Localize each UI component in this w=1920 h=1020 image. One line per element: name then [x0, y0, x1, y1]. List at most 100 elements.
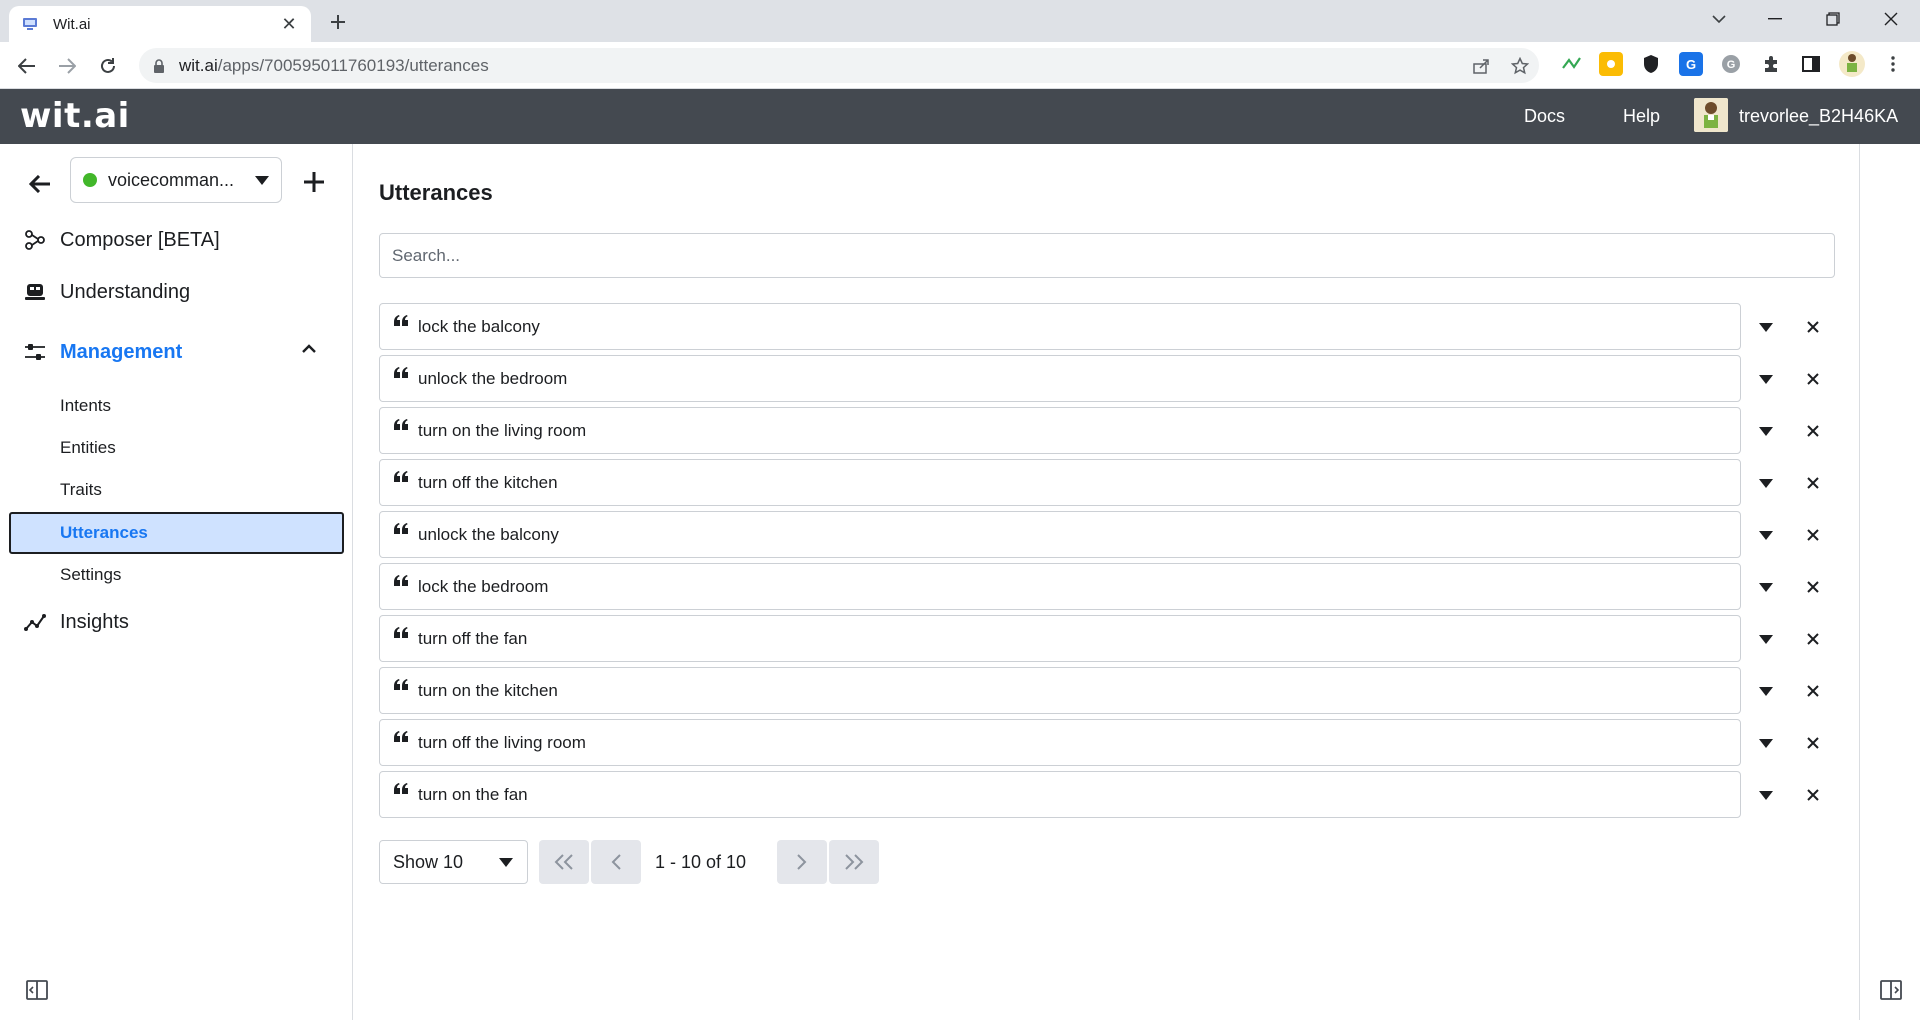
nav-insights[interactable]: Insights	[0, 602, 353, 642]
utterance-box[interactable]: turn on the living room	[379, 407, 1741, 454]
quote-icon	[394, 314, 408, 326]
collapse-sidebar-icon[interactable]	[25, 978, 49, 1002]
delete-utterance-icon[interactable]	[1801, 315, 1825, 339]
restore-icon[interactable]	[1808, 0, 1858, 38]
utterance-box[interactable]: turn on the fan	[379, 771, 1741, 818]
back-icon[interactable]	[12, 51, 42, 81]
utterance-box[interactable]: turn on the kitchen	[379, 667, 1741, 714]
expand-utterance-icon[interactable]	[1754, 627, 1778, 651]
utterance-text: turn on the kitchen	[418, 680, 558, 700]
sidebar-item-entities[interactable]: Entities	[0, 429, 353, 467]
page-title: Utterances	[379, 180, 493, 205]
expand-panel-icon[interactable]	[1879, 978, 1903, 1002]
app-status-dot	[83, 173, 97, 187]
minimize-icon[interactable]	[1750, 0, 1800, 38]
nav-insights-label: Insights	[60, 610, 129, 633]
utterance-box[interactable]: lock the bedroom	[379, 563, 1741, 610]
expand-utterance-icon[interactable]	[1754, 419, 1778, 443]
expand-utterance-icon[interactable]	[1754, 523, 1778, 547]
expand-utterance-icon[interactable]	[1754, 315, 1778, 339]
extension-grammar-icon[interactable]: G	[1719, 52, 1743, 76]
extension-yellow-icon[interactable]	[1599, 52, 1623, 76]
new-tab-icon[interactable]	[325, 9, 351, 35]
profile-avatar-icon[interactable]	[1839, 51, 1865, 77]
side-panel-icon[interactable]	[1799, 52, 1823, 76]
expand-utterance-icon[interactable]	[1754, 575, 1778, 599]
extension-shield-icon[interactable]	[1639, 52, 1663, 76]
browser-menu-icon[interactable]	[1881, 52, 1905, 76]
quote-icon	[394, 782, 408, 794]
expand-utterance-icon[interactable]	[1754, 679, 1778, 703]
utterance-text: unlock the balcony	[418, 524, 559, 544]
user-avatar[interactable]	[1694, 98, 1728, 132]
tab-search-icon[interactable]	[1694, 0, 1744, 38]
delete-utterance-icon[interactable]	[1801, 367, 1825, 391]
translate-icon[interactable]: G	[1679, 52, 1703, 76]
utterance-box[interactable]: turn off the living room	[379, 719, 1741, 766]
browser-tab[interactable]: Wit.ai ✕	[9, 6, 311, 42]
delete-utterance-icon[interactable]	[1801, 419, 1825, 443]
understanding-icon	[24, 281, 46, 303]
last-page-button[interactable]	[829, 840, 879, 884]
utterance-text: unlock the bedroom	[418, 368, 568, 388]
quote-icon	[394, 366, 408, 378]
address-bar[interactable]: wit.ai/apps/700595011760193/utterances	[139, 48, 1539, 83]
delete-utterance-icon[interactable]	[1801, 731, 1825, 755]
nav-management[interactable]: Management	[0, 332, 353, 372]
quote-icon	[394, 678, 408, 690]
main-content: Utterances lock the balcony unlock the be…	[354, 144, 1859, 1020]
expand-utterance-icon[interactable]	[1754, 471, 1778, 495]
reload-icon[interactable]	[93, 51, 123, 81]
first-page-button[interactable]	[539, 840, 589, 884]
utterance-box[interactable]: unlock the balcony	[379, 511, 1741, 558]
utterance-box[interactable]: unlock the bedroom	[379, 355, 1741, 402]
sidebar-item-utterances[interactable]: Utterances	[9, 512, 344, 554]
expand-utterance-icon[interactable]	[1754, 783, 1778, 807]
list-item: lock the bedroom	[379, 563, 1854, 610]
close-window-icon[interactable]	[1866, 0, 1916, 38]
delete-utterance-icon[interactable]	[1801, 523, 1825, 547]
nav-understanding[interactable]: Understanding	[0, 272, 353, 312]
forward-icon[interactable]	[52, 51, 82, 81]
share-icon[interactable]	[1471, 56, 1491, 76]
docs-link[interactable]: Docs	[1524, 106, 1565, 127]
list-item: turn on the living room	[379, 407, 1854, 454]
utterance-text: turn off the fan	[418, 628, 528, 648]
list-item: turn on the fan	[379, 771, 1854, 818]
delete-utterance-icon[interactable]	[1801, 575, 1825, 599]
chevron-up-icon[interactable]	[301, 344, 317, 354]
double-chevron-left-icon	[554, 854, 573, 870]
extension-green-icon[interactable]	[1560, 52, 1584, 76]
add-app-icon[interactable]	[300, 168, 328, 196]
help-link[interactable]: Help	[1623, 106, 1660, 127]
delete-utterance-icon[interactable]	[1801, 679, 1825, 703]
sidebar-item-intents[interactable]: Intents	[0, 387, 353, 425]
username-label[interactable]: trevorlee_B2H46KA	[1739, 106, 1898, 127]
page-size-select[interactable]: Show 10	[379, 840, 528, 884]
utterance-box[interactable]: turn off the fan	[379, 615, 1741, 662]
delete-utterance-icon[interactable]	[1801, 627, 1825, 651]
next-page-button[interactable]	[777, 840, 827, 884]
sidebar-item-traits[interactable]: Traits	[0, 471, 353, 509]
extensions-puzzle-icon[interactable]	[1759, 52, 1783, 76]
sidebar-item-settings[interactable]: Settings	[0, 556, 353, 594]
close-tab-icon[interactable]: ✕	[279, 14, 299, 34]
utterance-box[interactable]: turn off the kitchen	[379, 459, 1741, 506]
list-item: lock the balcony	[379, 303, 1854, 350]
delete-utterance-icon[interactable]	[1801, 471, 1825, 495]
wit-logo[interactable]: wit.ai	[20, 96, 130, 136]
expand-utterance-icon[interactable]	[1754, 731, 1778, 755]
bookmark-star-icon[interactable]	[1510, 56, 1530, 76]
expand-utterance-icon[interactable]	[1754, 367, 1778, 391]
app-selector[interactable]: voicecomman...	[70, 157, 282, 203]
list-item: unlock the balcony	[379, 511, 1854, 558]
search-input[interactable]	[379, 233, 1835, 278]
prev-page-button[interactable]	[591, 840, 641, 884]
back-arrow-icon[interactable]	[26, 170, 54, 198]
quote-icon	[394, 522, 408, 534]
utterance-box[interactable]: lock the balcony	[379, 303, 1741, 350]
delete-utterance-icon[interactable]	[1801, 783, 1825, 807]
quote-icon	[394, 626, 408, 638]
chevron-right-icon	[797, 854, 807, 870]
nav-composer[interactable]: Composer [BETA]	[0, 220, 353, 260]
